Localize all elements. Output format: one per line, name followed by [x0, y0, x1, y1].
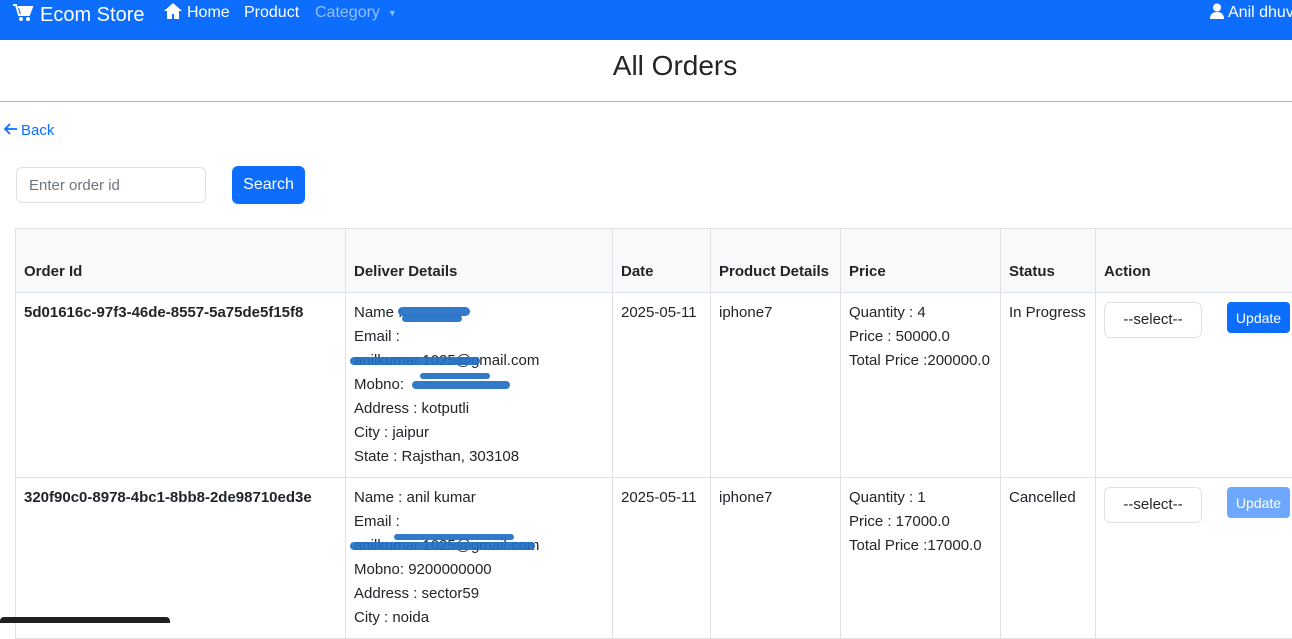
deliver-email: anilkumar.1025@gmail.com — [354, 534, 604, 558]
search-button[interactable]: Search — [232, 166, 305, 204]
deliver-email-label: Email : — [354, 510, 604, 534]
deliver-email-label: Email : — [354, 325, 604, 349]
deliver-name: Name : — [354, 301, 604, 325]
header-product-details: Product Details — [711, 229, 841, 293]
price-cell: Quantity : 4 Price : 50000.0 Total Price… — [841, 293, 1001, 478]
status-cell: Cancelled — [1001, 478, 1096, 639]
nav-product-link[interactable]: Product — [244, 0, 299, 26]
order-id-cell: 320f90c0-8978-4bc1-8bb8-2de98710ed3e — [16, 478, 346, 639]
orders-table: Order Id Deliver Details Date Product De… — [15, 228, 1292, 639]
deliver-name: Name : anil kumar — [354, 486, 604, 510]
deliver-details-cell: Name : Email : anilkumar.1025@gmail.com … — [346, 293, 613, 478]
update-button[interactable]: Update — [1227, 487, 1290, 518]
arrow-left-icon — [4, 122, 18, 139]
user-name: Anil dhuv — [1228, 4, 1292, 22]
price-cell: Quantity : 1 Price : 17000.0 Total Price… — [841, 478, 1001, 639]
date-cell: 2025-05-11 — [613, 293, 711, 478]
date-cell: 2025-05-11 — [613, 478, 711, 639]
total-price-text: Total Price :200000.0 — [849, 352, 990, 369]
user-icon — [1210, 3, 1224, 24]
status-select[interactable]: --select-- — [1104, 302, 1202, 338]
deliver-mobno: Mobno: — [354, 373, 604, 397]
cart-icon — [12, 3, 34, 28]
header-date: Date — [613, 229, 711, 293]
deliver-state: State : Rajsthan, 303108 — [354, 445, 604, 469]
order-id-search-input[interactable] — [16, 167, 206, 203]
user-menu[interactable]: Anil dhuv — [1210, 0, 1292, 26]
price-text: Price : 50000.0 — [849, 325, 992, 349]
table-row: 5d01616c-97f3-46de-8557-5a75de5f15f8 Nam… — [16, 293, 1292, 478]
back-label: Back — [21, 122, 54, 139]
deliver-city: City : noida — [354, 606, 604, 630]
order-id-cell: 5d01616c-97f3-46de-8557-5a75de5f15f8 — [16, 293, 346, 478]
brand-text: Ecom Store — [40, 4, 144, 27]
deliver-address: Address : sector59 — [354, 582, 604, 606]
nav-category-dropdown[interactable]: Category ▼ — [315, 0, 397, 26]
price-text: Price : 17000.0 — [849, 510, 992, 534]
status-select[interactable]: --select-- — [1104, 487, 1202, 523]
status-cell: In Progress — [1001, 293, 1096, 478]
total-price-text: Total Price :17000.0 — [849, 534, 992, 558]
header-order-id: Order Id — [16, 229, 346, 293]
nav-product-label: Product — [244, 4, 299, 22]
deliver-address: Address : kotputli — [354, 397, 604, 421]
quantity-text: Quantity : 1 — [849, 486, 992, 510]
nav-home-label: Home — [187, 4, 230, 22]
header-action: Action — [1096, 229, 1292, 293]
header-deliver-details: Deliver Details — [346, 229, 613, 293]
back-link[interactable]: Back — [4, 122, 54, 139]
orders-table-wrapper: Order Id Deliver Details Date Product De… — [15, 228, 1292, 639]
action-cell: --select-- Update — [1096, 293, 1292, 478]
deliver-details-cell: Name : anil kumar Email : anilkumar.1025… — [346, 478, 613, 639]
header-price: Price — [841, 229, 1001, 293]
nav-category-label: Category — [315, 4, 380, 22]
action-cell: --select-- Update — [1096, 478, 1292, 639]
taskbar-edge — [0, 617, 170, 623]
deliver-city: City : jaipur — [354, 421, 604, 445]
table-header-row: Order Id Deliver Details Date Product De… — [16, 229, 1292, 293]
nav-home-link[interactable]: Home — [163, 0, 230, 26]
product-cell: iphone7 — [711, 293, 841, 478]
chevron-down-icon: ▼ — [388, 8, 397, 18]
brand-link[interactable]: Ecom Store — [12, 0, 144, 30]
title-divider — [0, 101, 1292, 102]
page-title: All Orders — [0, 50, 1292, 82]
product-cell: iphone7 — [711, 478, 841, 639]
quantity-text: Quantity : 4 — [849, 301, 992, 325]
deliver-email: anilkumar.1025@gmail.com — [354, 349, 604, 373]
update-button[interactable]: Update — [1227, 302, 1290, 333]
home-icon — [163, 2, 183, 25]
table-row: 320f90c0-8978-4bc1-8bb8-2de98710ed3e Nam… — [16, 478, 1292, 639]
deliver-mobno: Mobno: 9200000000 — [354, 558, 604, 582]
header-status: Status — [1001, 229, 1096, 293]
navbar: Ecom Store Home Product Category ▼ Anil … — [0, 0, 1292, 40]
